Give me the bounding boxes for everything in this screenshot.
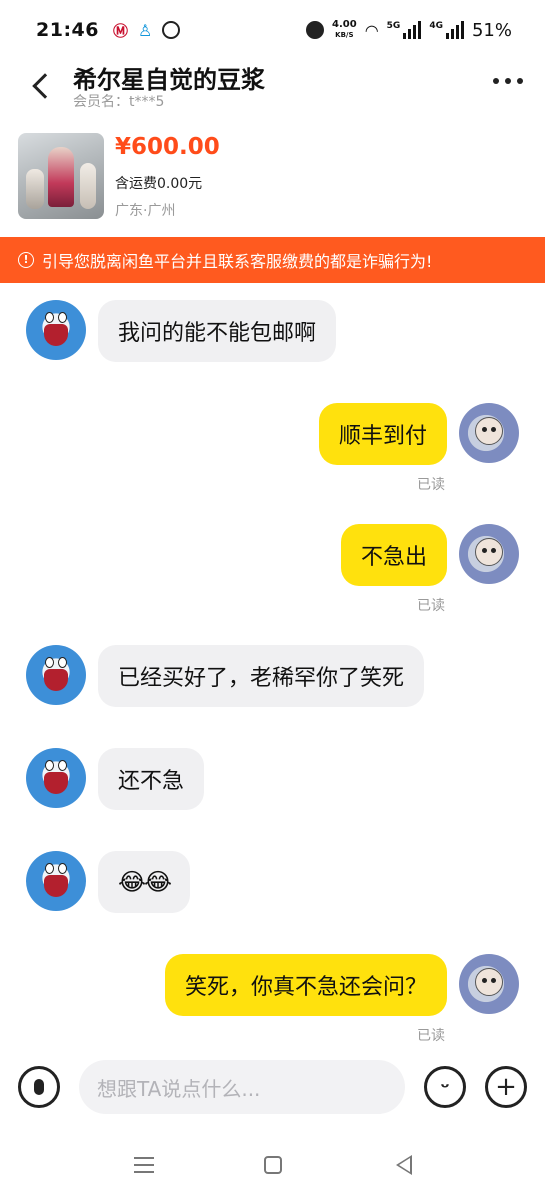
my-avatar[interactable]	[459, 524, 519, 584]
input-bar: 想跟TA说点什么... ᵕ +	[0, 1048, 545, 1128]
emoji-button[interactable]: ᵕ	[424, 1066, 466, 1108]
contact-avatar[interactable]	[26, 748, 86, 808]
wifi-icon: ◠	[364, 20, 379, 40]
message-input[interactable]: 想跟TA说点什么...	[79, 1060, 405, 1114]
battery-level: 51%	[471, 19, 512, 41]
recent-apps-button[interactable]	[134, 1157, 154, 1173]
read-receipt: 已读	[417, 1028, 445, 1044]
product-price: ¥600.00	[115, 134, 220, 160]
microphone-icon	[34, 1079, 44, 1095]
more-options-button[interactable]	[493, 78, 523, 84]
bank-app-icon: Ⓜ	[112, 21, 128, 40]
message-bubble-emoji[interactable]: 😂😂	[98, 851, 191, 913]
plus-icon: +	[495, 1072, 517, 1102]
network-speed: 4.00 KB/S	[332, 20, 357, 40]
system-navigation-bar	[0, 1135, 545, 1199]
alarm-icon	[162, 21, 181, 39]
message-bubble-incoming[interactable]: 还不急	[98, 748, 205, 810]
member-name: 会员名：t***5	[73, 94, 165, 110]
qq-icon: ♙	[138, 20, 153, 40]
product-thumbnail[interactable]	[18, 133, 104, 219]
signal-4g-label: 4G	[429, 21, 443, 31]
home-button[interactable]	[264, 1156, 282, 1174]
notification-icons: Ⓜ ♙	[112, 20, 181, 41]
shipping-fee: 含运费0.00元	[115, 176, 203, 192]
chat-title: 希尔星自觉的豆浆	[73, 66, 265, 94]
signal-5g-icon: 5G	[387, 21, 422, 39]
contact-avatar[interactable]	[26, 645, 86, 705]
message-bubble-incoming[interactable]: 已经买好了，老稀罕你了笑死	[98, 645, 425, 707]
more-dots-icon	[493, 78, 499, 84]
warning-icon: !	[18, 252, 34, 268]
signal-4g-icon: 4G	[429, 21, 464, 39]
chevron-left-icon	[32, 73, 58, 99]
message-bubble-outgoing[interactable]: 顺丰到付	[318, 403, 447, 465]
status-bar: 21:46 Ⓜ ♙ 4.00 KB/S ◠ 5G 4G 51%	[0, 0, 545, 60]
message-bubble-incoming[interactable]: 我问的能不能包邮啊	[98, 300, 337, 362]
message-bubble-outgoing[interactable]: 不急出	[340, 524, 447, 586]
my-avatar[interactable]	[459, 954, 519, 1014]
contact-avatar[interactable]	[26, 300, 86, 360]
product-location: 广东·广州	[115, 203, 176, 219]
system-indicators: 4.00 KB/S ◠ 5G 4G 51%	[306, 20, 512, 41]
signal-5g-label: 5G	[386, 21, 401, 31]
read-receipt: 已读	[417, 477, 445, 493]
contact-avatar[interactable]	[26, 851, 86, 911]
message-bubble-outgoing[interactable]: 笑死，你真不急还会问？	[164, 954, 447, 1016]
back-button[interactable]	[26, 66, 58, 106]
alarm-clock-icon	[306, 21, 325, 39]
my-avatar[interactable]	[459, 403, 519, 463]
chat-header: 希尔星自觉的豆浆 会员名：t***5	[0, 60, 545, 124]
read-receipt: 已读	[417, 598, 445, 614]
smiley-icon: ᵕ	[440, 1075, 450, 1099]
product-card[interactable]: ¥600.00 含运费0.00元 广东·广州	[0, 124, 545, 236]
system-back-button[interactable]	[396, 1155, 412, 1175]
fraud-warning-banner: ! 引导您脱离闲鱼平台并且联系客服缴费的都是诈骗行为!	[0, 237, 545, 283]
network-speed-unit: KB/S	[335, 31, 354, 39]
more-actions-button[interactable]: +	[485, 1066, 527, 1108]
warning-text: 引导您脱离闲鱼平台并且联系客服缴费的都是诈骗行为!	[42, 252, 433, 271]
network-speed-value: 4.00	[332, 19, 357, 30]
clock: 21:46	[36, 19, 99, 41]
voice-input-button[interactable]	[18, 1066, 60, 1108]
